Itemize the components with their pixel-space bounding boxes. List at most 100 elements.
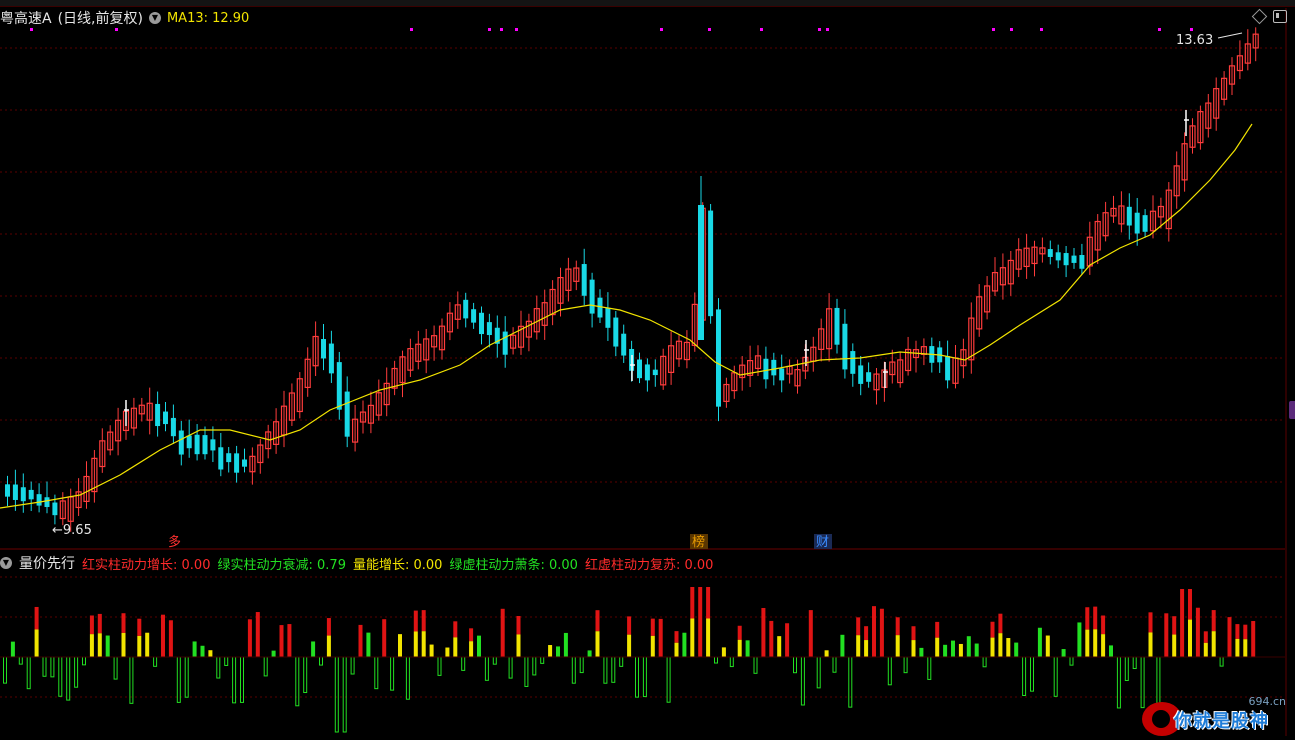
candle-body-down — [186, 435, 192, 449]
candle-body-down — [763, 358, 769, 380]
indicator-bar-up — [998, 633, 1003, 657]
candle-body-down — [178, 430, 184, 455]
indicator-bar-down — [303, 656, 308, 694]
indicator-bar-up — [287, 624, 292, 657]
candle-body-down — [1142, 215, 1148, 232]
event-label: 榜 — [692, 534, 705, 550]
indicator-bar-up — [34, 629, 39, 657]
window-toggle-icon[interactable] — [1273, 10, 1287, 23]
indicator-bar-up — [429, 644, 434, 657]
indicator-bar-down — [848, 656, 853, 708]
indicator-bar-up — [595, 610, 600, 632]
indicator-bar-up — [1085, 629, 1090, 657]
candle-body-down — [716, 309, 721, 407]
candle-body-down — [471, 309, 477, 323]
signal-marker — [1190, 28, 1193, 31]
indicator-bar-up — [690, 618, 695, 657]
indicator-bar-up — [879, 608, 884, 657]
indicator-bar-up — [808, 610, 813, 657]
green-solid-label: 绿实柱动力衰减: 0.79 — [217, 557, 346, 573]
spike-body — [698, 205, 704, 340]
ma13-label: MA13: 12.90 — [166, 10, 250, 26]
indicator-bar-up — [856, 635, 861, 657]
indicator-bar-up — [1203, 642, 1208, 657]
indicator-bar-up — [1014, 642, 1019, 657]
chart-period: (日线,前复权) — [57, 11, 143, 27]
indicator-bar-up — [990, 637, 995, 657]
candle-body-down — [637, 359, 642, 379]
indicator-bar-up — [1211, 631, 1216, 657]
indicator-bar-up — [706, 618, 711, 657]
diamond-icon[interactable] — [1251, 8, 1268, 25]
indicator-bar-up — [271, 650, 276, 657]
indicator-bar-up — [943, 644, 948, 657]
indicator-bar-up — [1093, 629, 1098, 657]
indicator-dropdown-icon[interactable]: ▼ — [0, 557, 12, 569]
candle-body-down — [850, 351, 856, 374]
candle-body-down — [1071, 255, 1077, 263]
candle-body-down — [779, 368, 785, 381]
indicator-bar-up — [500, 608, 505, 657]
indicator-bar-down — [334, 656, 339, 733]
indicator-bar-up — [1101, 615, 1106, 635]
volume-up-value: 0.00 — [413, 557, 443, 573]
candle-body-down — [708, 210, 714, 317]
indicator-bar-down — [153, 656, 158, 667]
indicator-name[interactable]: 量价先行 — [19, 553, 75, 573]
indicator-bar-down — [263, 656, 268, 677]
indicator-bar-down — [342, 656, 347, 733]
indicator-bar-down — [579, 656, 584, 674]
indicator-bar-down — [319, 656, 323, 666]
indicator-bar-up — [358, 624, 363, 657]
indicator-bar-down — [26, 656, 31, 690]
indicator-header: ▼ 量价先行 红实柱动力增长: 0.00 绿实柱动力衰减: 0.79 量能增长:… — [0, 553, 713, 573]
indicator-bar-up — [1045, 635, 1050, 657]
indicator-bar-down — [295, 656, 300, 707]
indicator-bar-up — [785, 623, 790, 657]
signal-marker — [660, 28, 663, 31]
candle-body-down — [5, 484, 10, 497]
indicator-bar-down — [113, 656, 118, 680]
indicator-bar-up — [895, 635, 900, 657]
indicator-bar-up — [1077, 622, 1082, 657]
candle-body-down — [12, 484, 18, 500]
indicator-bar-up — [145, 632, 150, 657]
indicator-bar-down — [540, 656, 545, 664]
side-panel-tab[interactable] — [1289, 401, 1295, 419]
candle-body-down — [155, 403, 161, 427]
indicator-bar-up — [1148, 612, 1153, 633]
indicator-bar-up — [650, 618, 655, 636]
indicator-bar-down — [800, 656, 805, 706]
indicator-bar-up — [1172, 634, 1177, 657]
stock-name[interactable]: 粤高速A — [0, 8, 52, 28]
candle-body-down — [621, 333, 627, 356]
indicator-bar-up — [1101, 634, 1106, 657]
chart-canvas[interactable]: 13.63 ←9.65 多 榜 财 — [0, 0, 1295, 740]
red-solid-label: 红实柱动力增长: 0.00 — [82, 557, 211, 573]
indicator-bar-up — [89, 634, 94, 657]
indicator-bar-down — [571, 656, 576, 684]
indicator-bar-up — [1037, 627, 1042, 657]
indicator-bar-up — [421, 610, 426, 632]
indicator-bar-up — [326, 618, 331, 636]
indicator-bar-up — [1006, 638, 1011, 657]
signal-marker — [992, 28, 995, 31]
indicator-bar-down — [532, 656, 537, 676]
indicator-bar-down — [58, 656, 63, 697]
indicator-bar-down — [82, 656, 86, 666]
indicator-bar-up — [168, 620, 173, 657]
candle-body-down — [1126, 206, 1132, 226]
signal-marker — [818, 28, 821, 31]
volume-up-label: 量能增长: 0.00 — [352, 557, 443, 573]
indicator-bar-up — [595, 631, 600, 657]
indicator-bar-up — [255, 612, 260, 657]
indicator-bar-up — [895, 617, 900, 636]
candle-body-down — [605, 307, 611, 328]
indicator-bar-up — [1227, 617, 1232, 657]
indicator-bar-up — [1243, 639, 1248, 657]
indicator-bar-down — [1030, 656, 1034, 692]
indicator-bar-down — [832, 656, 837, 673]
indicator-bar-up — [919, 647, 924, 657]
indicator-bar-up — [587, 650, 592, 657]
indicator-menu-icon[interactable]: ▼ — [148, 12, 161, 24]
